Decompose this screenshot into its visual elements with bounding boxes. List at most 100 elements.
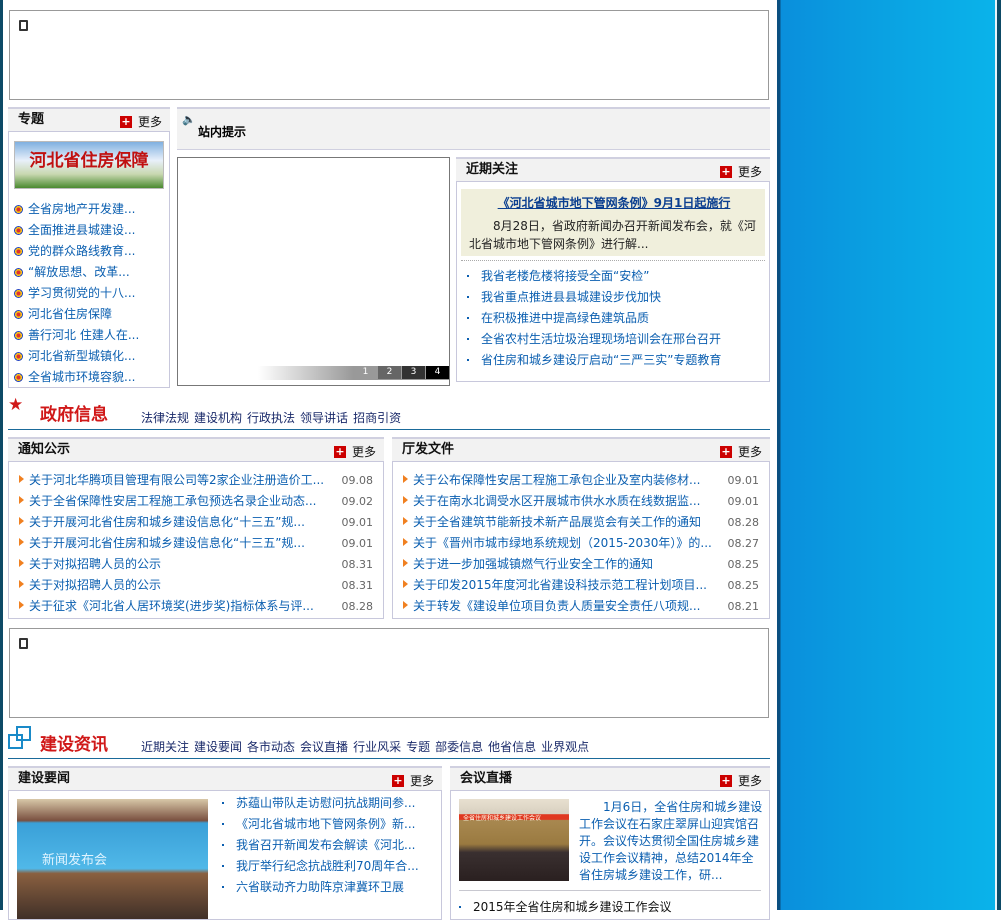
- list-item-link[interactable]: 关于全省保障性安居工程施工承包预选名录企业动态...: [29, 494, 316, 508]
- arrow-icon: [403, 538, 408, 546]
- nav-link[interactable]: 招商引资: [353, 411, 401, 425]
- bullet-icon: [222, 823, 224, 825]
- gov-info-bar: ★ 政府信息 法律法规 建设机构 行政执法 领导讲话 招商引资: [8, 393, 770, 430]
- photo-caption: 新闻发布会: [42, 853, 108, 868]
- list-item-link[interactable]: 苏蕴山带队走访慰问抗战期间参...: [236, 796, 415, 810]
- list-item-link[interactable]: 善行河北 住建人在...: [28, 328, 139, 342]
- bullet-icon: [222, 865, 224, 867]
- list-item-link[interactable]: 关于转发《建设单位项目负责人质量安全责任八项规...: [413, 599, 700, 613]
- bullet-icon: [14, 289, 23, 298]
- list-item-link[interactable]: 关于征求《河北省人居环境奖(进步奖)指标体系与评...: [29, 599, 314, 613]
- nav-link[interactable]: 领导讲话: [300, 411, 348, 425]
- list-item: 2015年全省住房和城乡建设工作会议: [453, 897, 763, 918]
- list-item: 河北省新型城镇化...: [14, 346, 164, 367]
- nav-link[interactable]: 建设要闻: [194, 740, 242, 754]
- zhuanti-banner[interactable]: 河北省住房保障: [14, 141, 164, 189]
- nav-link[interactable]: 行业风采: [353, 740, 401, 754]
- list-item-link[interactable]: 我省老楼危楼将接受全面“安检”: [481, 269, 649, 283]
- list-item-link[interactable]: 全面推进县城建设...: [28, 223, 135, 237]
- jinqi-more-button[interactable]: + 更多: [719, 161, 762, 183]
- tingfa-more-button[interactable]: + 更多: [719, 441, 762, 463]
- list-item: 我厅举行纪念抗战胜利70周年合...: [216, 856, 436, 877]
- list-item-link[interactable]: 河北省新型城镇化...: [28, 349, 135, 363]
- more-label: 更多: [737, 445, 762, 459]
- list-item-link[interactable]: 关于河北华腾项目管理有限公司等2家企业注册造价工...: [29, 473, 324, 487]
- nav-link[interactable]: 各市动态: [247, 740, 295, 754]
- list-item: 学习贯彻党的十八...: [14, 283, 164, 304]
- jinqi-headline-link[interactable]: 《河北省城市地下管网条例》9月1日起施行: [469, 194, 759, 211]
- yaowen-more-button[interactable]: + 更多: [391, 770, 434, 792]
- list-item: 我省重点推进县县城建设步伐加快: [461, 287, 765, 308]
- list-item-link[interactable]: 全省城市环境容貌...: [28, 370, 135, 384]
- more-label: 更多: [137, 115, 162, 129]
- more-label: 更多: [737, 165, 762, 179]
- huiyi-summary-link[interactable]: 1月6日，全省住房和城乡建设工作会议在石家庄翠屏山迎宾馆召开。会议传达贯彻全国住…: [579, 799, 763, 884]
- bullet-icon: [467, 317, 469, 319]
- list-item-link[interactable]: 党的群众路线教育...: [28, 244, 135, 258]
- list-item-link[interactable]: 关于全省建筑节能新技术新产品展览会有关工作的通知: [413, 515, 701, 529]
- bullet-icon: [14, 205, 23, 214]
- list-item-link[interactable]: 我厅举行纪念抗战胜利70周年合...: [236, 859, 419, 873]
- more-label: 更多: [737, 774, 762, 788]
- nav-link[interactable]: 他省信息: [488, 740, 536, 754]
- list-item-link[interactable]: “解放思想、改革...: [28, 265, 130, 279]
- list-item-link[interactable]: 我省重点推进县县城建设步伐加快: [481, 290, 661, 304]
- list-item-link[interactable]: 省住房和城乡建设厅启动“三严三实”专题教育: [481, 353, 721, 367]
- list-item-link[interactable]: 关于开展河北省住房和城乡建设信息化“十三五”规...: [29, 536, 305, 550]
- arrow-icon: [403, 475, 408, 483]
- list-item-date: 08.25: [727, 579, 760, 592]
- arrow-icon: [19, 559, 24, 567]
- right-border: [997, 0, 1001, 910]
- list-item-date: 09.02: [341, 495, 374, 508]
- list-item-link[interactable]: 我省召开新闻发布会解读《河北...: [236, 838, 415, 852]
- tongzhi-more-button[interactable]: + 更多: [333, 441, 376, 463]
- list-item-link[interactable]: 全省农村生活垃圾治理现场培训会在邢台召开: [481, 332, 721, 346]
- nav-link[interactable]: 专题: [406, 740, 430, 754]
- nav-link[interactable]: 部委信息: [435, 740, 483, 754]
- image-slider[interactable]: 1234: [177, 157, 450, 386]
- bullet-icon: [222, 802, 224, 804]
- jinqi-summary: 8月28日，省政府新闻办召开新闻发布会，就《河北省城市地下管网条例》进行解...: [469, 219, 756, 251]
- list-item-link[interactable]: 六省联动齐力助阵京津冀环卫展: [236, 880, 404, 894]
- zhuanti-more-button[interactable]: + 更多: [119, 111, 162, 133]
- nav-link[interactable]: 业界观点: [541, 740, 589, 754]
- list-item-link[interactable]: 全省房地产开发建...: [28, 202, 135, 216]
- list-item: “解放思想、改革...: [14, 262, 164, 283]
- nav-link[interactable]: 建设机构: [194, 411, 242, 425]
- nav-link[interactable]: 会议直播: [300, 740, 348, 754]
- nav-link[interactable]: 行政执法: [247, 411, 295, 425]
- list-item-date: 08.25: [727, 558, 760, 571]
- list-item-link[interactable]: 学习贯彻党的十八...: [28, 286, 135, 300]
- list-item-link[interactable]: 《河北省城市地下管网条例》新...: [236, 817, 415, 831]
- slider-page-2[interactable]: 2: [378, 366, 401, 379]
- huiyi-more-button[interactable]: + 更多: [719, 770, 762, 792]
- nav-link[interactable]: 近期关注: [141, 740, 189, 754]
- list-item: 河北省住房保障: [14, 304, 164, 325]
- list-item-date: 08.31: [341, 558, 374, 571]
- arrow-icon: [403, 601, 408, 609]
- list-item: 我省召开新闻发布会解读《河北...: [216, 835, 436, 856]
- huiyi-photo[interactable]: 全省住房和城乡建设工作会议: [459, 799, 569, 881]
- list-item-link[interactable]: 2015年全省住房和城乡建设工作会议: [473, 900, 672, 914]
- yaowen-photo[interactable]: 新闻发布会: [17, 799, 208, 919]
- list-item: 苏蕴山带队走访慰问抗战期间参...: [216, 793, 436, 814]
- slider-page-3[interactable]: 3: [402, 366, 425, 379]
- list-item-link[interactable]: 关于《晋州市城市绿地系统规划（2015-2030年）》的...: [413, 536, 712, 550]
- list-item-link[interactable]: 关于对拟招聘人员的公示: [29, 557, 161, 571]
- list-item: 我省老楼危楼将接受全面“安检”: [461, 266, 765, 287]
- list-item-link[interactable]: 关于在南水北调受水区开展城市供水水质在线数据监...: [413, 494, 700, 508]
- nav-link[interactable]: 法律法规: [141, 411, 189, 425]
- slider-page-1[interactable]: 1: [354, 366, 377, 379]
- list-item-link[interactable]: 关于公布保障性安居工程施工承包企业及室内装修材...: [413, 473, 700, 487]
- list-item-link[interactable]: 关于进一步加强城镇燃气行业安全工作的通知: [413, 557, 653, 571]
- list-item-link[interactable]: 关于开展河北省住房和城乡建设信息化“十三五”规...: [29, 515, 305, 529]
- list-item-link[interactable]: 河北省住房保障: [28, 307, 112, 321]
- slider-page-4[interactable]: 4: [426, 366, 449, 379]
- list-item-link[interactable]: 在积极推进中提高绿色建筑品质: [481, 311, 649, 325]
- bullet-icon: [467, 296, 469, 298]
- list-item-link[interactable]: 关于印发2015年度河北省建设科技示范工程计划项目...: [413, 578, 707, 592]
- plugin-icon: [19, 638, 28, 649]
- list-item-link[interactable]: 关于对拟招聘人员的公示: [29, 578, 161, 592]
- arrow-icon: [403, 517, 408, 525]
- right-side-panel: [777, 0, 995, 910]
